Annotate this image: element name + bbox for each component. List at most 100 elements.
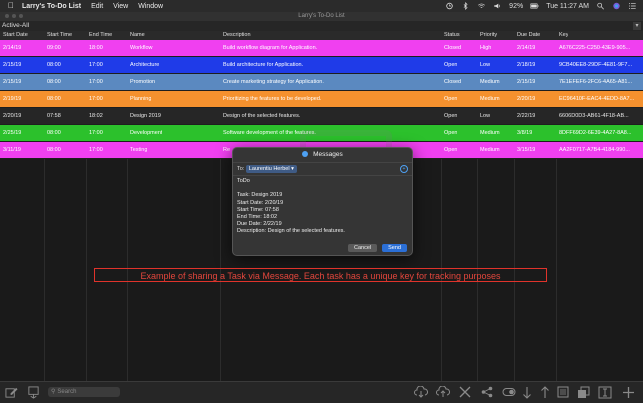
- cell-priority: High: [480, 45, 492, 51]
- add-recipient-icon[interactable]: +: [400, 165, 408, 173]
- cell-start-date: 2/15/19: [3, 79, 22, 85]
- add-icon[interactable]: [621, 385, 635, 399]
- cloud-upload-icon[interactable]: [436, 385, 450, 399]
- cell-status: Closed: [444, 79, 462, 85]
- cell-priority: Low: [480, 62, 491, 68]
- cell-end-time: 17:00: [89, 79, 103, 85]
- cell-start-time: 08:00: [47, 130, 61, 136]
- sort-up-icon[interactable]: [538, 385, 552, 399]
- cell-start-date: 3/11/19: [3, 147, 21, 153]
- column-header-priority[interactable]: Priority: [480, 31, 497, 40]
- search-placeholder: Search: [57, 389, 77, 395]
- cell-name: Design 2019: [130, 113, 161, 119]
- menu-window[interactable]: Window: [138, 3, 163, 10]
- time-machine-icon[interactable]: [445, 2, 454, 10]
- table-row[interactable]: 2/15/19 08:00 17:00 Architecture Build a…: [0, 57, 643, 74]
- cell-key: 8DFF69D2-6E39-4A27-8A8...: [559, 130, 632, 136]
- cell-status: Open: [444, 113, 458, 119]
- message-line: ToDo: [237, 178, 250, 184]
- column-header-end-time[interactable]: End Time: [89, 31, 112, 40]
- cell-priority: Low: [480, 113, 491, 119]
- cell-status: Open: [444, 62, 458, 68]
- clock[interactable]: Tue 11:27 AM: [546, 3, 589, 10]
- copy-icon[interactable]: [576, 385, 590, 399]
- send-button[interactable]: Send: [382, 244, 407, 252]
- menu-app-name[interactable]: Larry's To-Do List: [22, 3, 81, 10]
- search-input[interactable]: ⚲ Search: [48, 387, 120, 397]
- menu-view[interactable]: View: [113, 3, 128, 10]
- siri-icon[interactable]: [612, 2, 621, 10]
- cell-start-date: 2/14/19: [3, 45, 22, 51]
- cell-due-date: 2/14/19: [517, 45, 536, 51]
- cell-key: 7E1EFEF6-2FC6-4A65-A81...: [559, 79, 633, 85]
- table-row[interactable]: 2/14/19 09:00 18:00 Workflow Build workf…: [0, 40, 643, 57]
- message-body[interactable]: ToDo Task: Design 2019 Start Date: 2/20/…: [233, 176, 412, 238]
- column-header-start-time[interactable]: Start Time: [47, 31, 72, 40]
- cell-end-time: 18:00: [89, 45, 103, 51]
- wifi-icon[interactable]: [477, 2, 486, 10]
- cell-start-date: 2/15/19: [3, 62, 22, 68]
- cell-key: AA2F0717-A7B4-4184-990...: [559, 147, 630, 153]
- cell-key: EC96410F-EAC4-4EDD-8A7...: [559, 96, 635, 102]
- window-controls: [5, 14, 23, 18]
- window-title-bar: Larry's To-Do List: [0, 12, 643, 21]
- cell-description: Create marketing strategy for Applicatio…: [223, 79, 324, 85]
- toggle-icon[interactable]: [502, 385, 516, 399]
- window-title: Larry's To-Do List: [298, 13, 345, 19]
- cloud-download-icon[interactable]: [414, 385, 428, 399]
- recipient-chip[interactable]: Laurentiu Herbel ▾: [245, 165, 297, 173]
- volume-icon[interactable]: [493, 2, 502, 10]
- message-line: Description: Design of the selected feat…: [237, 228, 345, 235]
- cell-start-time: 08:00: [47, 79, 61, 85]
- cell-due-date: 2/20/19: [517, 96, 536, 102]
- zoom-window-button[interactable]: [19, 14, 23, 18]
- minimize-window-button[interactable]: [12, 14, 16, 18]
- dialog-title: Messages: [313, 151, 343, 158]
- to-label: To:: [237, 166, 245, 172]
- apple-icon[interactable]: : [8, 2, 16, 10]
- dialog-title-bar: Messages: [233, 148, 412, 163]
- message-line: Start Date: 2/20/19: [237, 199, 284, 206]
- cell-description: Design of the selected features.: [223, 113, 301, 119]
- battery-icon[interactable]: [530, 2, 539, 10]
- spotlight-search-icon[interactable]: [596, 2, 605, 10]
- annotation-caption: Example of sharing a Task via Message. E…: [94, 268, 547, 282]
- list-icon[interactable]: [556, 385, 570, 399]
- menu-edit[interactable]: Edit: [91, 3, 103, 10]
- table-row[interactable]: 2/19/19 08:00 17:00 Planning Prioritizin…: [0, 91, 643, 108]
- cell-priority: Medium: [480, 79, 500, 85]
- dialog-buttons: Cancel Send: [348, 244, 407, 252]
- bluetooth-icon[interactable]: [461, 2, 470, 10]
- cancel-button[interactable]: Cancel: [348, 244, 378, 252]
- column-header-name[interactable]: Name: [130, 31, 145, 40]
- message-line: End Time: 18:02: [237, 214, 278, 221]
- table-row[interactable]: 2/15/19 08:00 17:00 Promotion Create mar…: [0, 74, 643, 91]
- share-icon[interactable]: [480, 385, 494, 399]
- table-row[interactable]: 2/20/19 07:58 18:02 Design 2019 Design o…: [0, 108, 643, 125]
- column-header-due-date[interactable]: Due Date: [517, 31, 540, 40]
- cell-status: Open: [444, 147, 458, 153]
- cell-end-time: 17:00: [89, 130, 103, 136]
- cell-start-time: 08:00: [47, 62, 61, 68]
- bottom-toolbar: ⚲ Search: [0, 381, 643, 403]
- delete-icon[interactable]: [458, 385, 472, 399]
- recipient-field[interactable]: To: Laurentiu Herbel ▾ +: [233, 163, 412, 176]
- cell-status: Open: [444, 96, 458, 102]
- edit-icon[interactable]: [4, 385, 18, 399]
- cell-priority: Medium: [480, 96, 500, 102]
- cell-key: A676C225-C250-43E9-905...: [559, 45, 631, 51]
- export-icon[interactable]: [26, 385, 40, 399]
- column-header-description[interactable]: Description: [223, 31, 251, 40]
- sort-down-icon[interactable]: [520, 385, 534, 399]
- column-header-key[interactable]: Key: [559, 31, 568, 40]
- column-header-start-date[interactable]: Start Date: [3, 31, 28, 40]
- cell-description: Re: [223, 147, 231, 153]
- notification-center-icon[interactable]: [628, 2, 637, 10]
- column-header-status[interactable]: Status: [444, 31, 460, 40]
- chevron-down-icon[interactable]: ▾: [633, 22, 641, 30]
- cell-start-date: 2/25/19: [3, 130, 22, 136]
- close-window-button[interactable]: [5, 14, 9, 18]
- cell-name: Planning: [130, 96, 152, 102]
- text-cursor-icon[interactable]: [598, 385, 612, 399]
- filter-selector[interactable]: Active-All ▾: [0, 21, 643, 31]
